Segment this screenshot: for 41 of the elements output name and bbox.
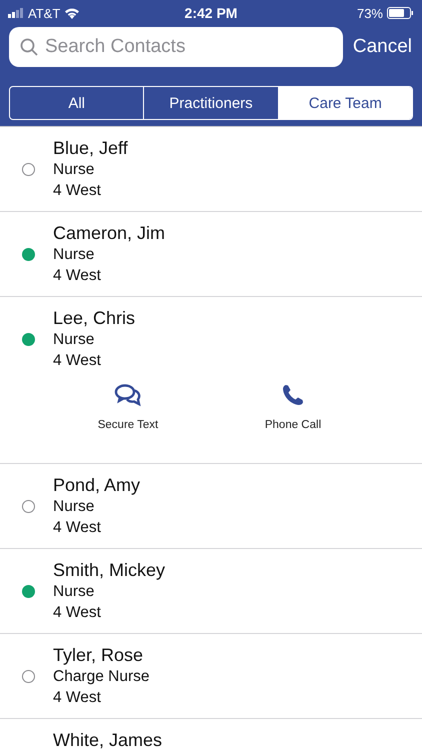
contact-role: Charge Nurse: [53, 667, 150, 687]
contact-row[interactable]: Tyler, Rose Charge Nurse 4 West: [0, 634, 422, 718]
contact-row[interactable]: Blue, Jeff Nurse 4 West: [0, 127, 422, 211]
contact-unit: 4 West: [53, 518, 102, 538]
contact-name: Pond, Amy: [53, 474, 140, 496]
contact-role: Nurse: [53, 245, 96, 265]
wifi-icon: [64, 7, 80, 19]
contact-name: Tyler, Rose: [53, 644, 144, 666]
segment-tab[interactable]: Care Team: [278, 87, 412, 119]
contact-name: Cameron, Jim: [53, 222, 166, 244]
contact-unit: 4 West: [53, 266, 102, 286]
secure-text-button[interactable]: Secure Text: [63, 383, 193, 431]
contact-role: Nurse: [53, 497, 96, 517]
contact-unit: 4 West: [53, 181, 102, 201]
contact-row[interactable]: Pond, Amy Nurse 4 West: [0, 464, 422, 548]
carrier-label: AT&T: [28, 6, 60, 20]
clock-time: 2:42 PM: [184, 5, 238, 21]
contact-name: Blue, Jeff: [53, 137, 128, 159]
contact-role: Nurse: [53, 582, 96, 602]
contact-unit: 4 West: [53, 603, 102, 623]
segment-tab[interactable]: All: [10, 87, 144, 119]
phone-icon: [281, 383, 305, 407]
search-field[interactable]: Search Contacts: [9, 27, 343, 67]
contact-role: Nurse: [53, 160, 96, 180]
contact-row[interactable]: Smith, Mickey Nurse 4 West: [0, 549, 422, 633]
contact-name: Smith, Mickey: [53, 559, 166, 581]
chat-bubbles-icon: [114, 383, 142, 407]
contact-role: Nurse: [53, 330, 96, 350]
contact-row[interactable]: Lee, Chris Nurse 4 West: [0, 297, 422, 381]
cancel-button[interactable]: Cancel: [352, 36, 412, 58]
battery-percent: 73%: [356, 6, 383, 20]
contact-row[interactable]: White, James: [0, 719, 422, 750]
phone-call-button[interactable]: Phone Call: [228, 383, 358, 431]
signal-icon: [8, 8, 24, 18]
contact-name: Lee, Chris: [53, 307, 136, 329]
contact-unit: 4 West: [53, 688, 102, 708]
contact-row[interactable]: Cameron, Jim Nurse 4 West: [0, 212, 422, 296]
contact-name: White, James: [53, 729, 162, 750]
search-icon: [20, 38, 38, 56]
battery-icon: [387, 7, 414, 19]
contact-unit: 4 West: [53, 351, 102, 371]
